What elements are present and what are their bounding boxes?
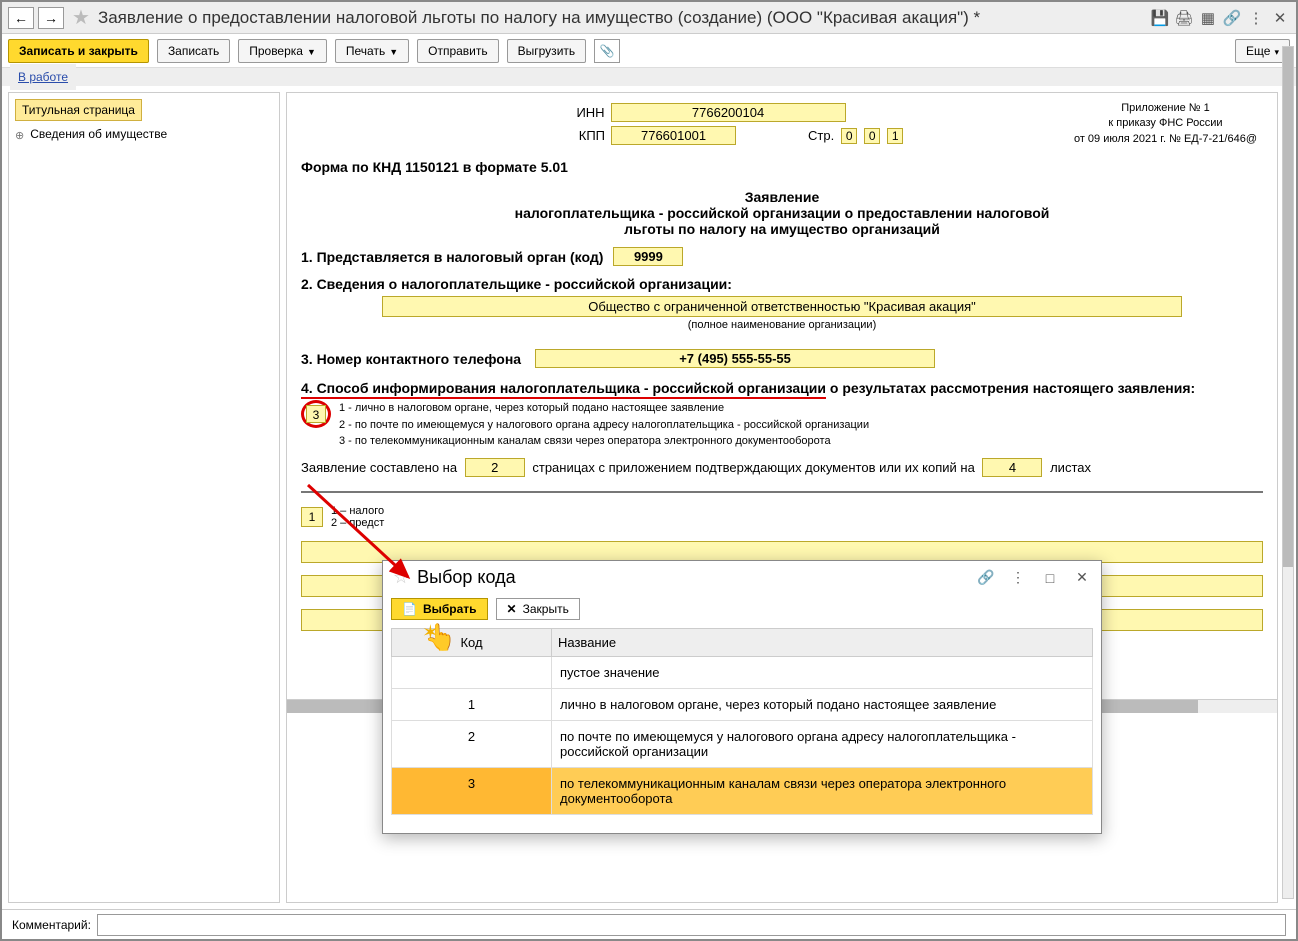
heading-3: льготы по налогу на имущество организаци… (301, 221, 1263, 237)
pages-row: Заявление составлено на 2 страницах с пр… (301, 458, 1263, 477)
select-button[interactable]: 📄 Выбрать (391, 598, 488, 620)
close-button[interactable]: ✕ Закрыть (496, 598, 580, 620)
section-1-label: 1. Представляется в налоговый орган (код… (301, 249, 603, 265)
page-label: Стр. (808, 128, 834, 143)
pages-count-field[interactable]: 2 (465, 458, 525, 477)
table-row-selected[interactable]: 3 по телекоммуникационным каналам связи … (392, 768, 1093, 815)
col-name[interactable]: Название (552, 629, 1093, 657)
sidebar-item-property[interactable]: ⊕ Сведения об имуществе (15, 127, 273, 142)
x-icon: ✕ (507, 602, 517, 616)
window-vscroll[interactable] (1282, 46, 1294, 899)
expand-icon[interactable]: ⊕ (15, 129, 24, 142)
sidebar-item-label: Сведения об имуществе (30, 127, 167, 141)
save-button[interactable]: Записать (157, 39, 230, 63)
titlebar: ← → ★ Заявление о предоставлении налогов… (2, 2, 1296, 34)
inform-method-field[interactable]: 3 (306, 405, 326, 423)
section-4-label: 4. Способ информирования налогоплательщи… (301, 380, 1263, 396)
page-digit-1: 0 (841, 128, 857, 144)
comment-label: Комментарий: (12, 918, 91, 932)
section-3-label: 3. Номер контактного телефона (301, 351, 521, 367)
signer-options: 1 – налого 2 – предст (331, 505, 384, 529)
sidebar-item-title-page[interactable]: Титульная страница (15, 99, 142, 121)
table-row[interactable]: 2 по почте по имеющемуся у налогового ор… (392, 721, 1093, 768)
page-digit-3: 1 (887, 128, 903, 144)
more-icon[interactable]: ⋮ (1246, 8, 1266, 28)
inform-method-options: 1 - лично в налоговом органе, через кото… (339, 400, 869, 450)
send-button[interactable]: Отправить (417, 39, 499, 63)
code-select-dialog: ☆ Выбор кода 🔗 ⋮ □ ✕ 📄 Выбрать ✕ Закрыть… (382, 560, 1102, 834)
app-window: ← → ★ Заявление о предоставлении налогов… (0, 0, 1298, 941)
heading-2: налогоплательщика - российской организац… (301, 205, 1263, 221)
window-title: Заявление о предоставлении налоговой льг… (98, 8, 1146, 28)
signer-type-field[interactable]: 1 (301, 507, 323, 527)
org-name-field[interactable]: Общество с ограниченной ответственностью… (382, 296, 1182, 317)
org-name-hint: (полное наименование организации) (301, 319, 1263, 331)
attachments-count-field[interactable]: 4 (982, 458, 1042, 477)
modal-more-icon[interactable]: ⋮ (1009, 569, 1027, 587)
comment-input[interactable] (97, 914, 1286, 936)
toolbar: Записать и закрыть Записать Проверка▼ Пе… (2, 34, 1296, 68)
modal-link-icon[interactable]: 🔗 (977, 569, 995, 587)
kpp-label: КПП (579, 128, 605, 143)
tax-authority-code[interactable]: 9999 (613, 247, 683, 266)
save-icon[interactable]: 💾 (1150, 8, 1170, 28)
status-bar: В работе (2, 68, 1296, 86)
page-digit-2: 0 (864, 128, 880, 144)
print-icon[interactable]: 🖨 (1174, 8, 1194, 28)
modal-close-icon[interactable]: ✕ (1073, 569, 1091, 587)
section-2-label: 2. Сведения о налогоплательщике - россий… (301, 276, 1263, 292)
knd-label: Форма по КНД 1150121 в формате 5.01 (301, 159, 1263, 175)
table-row[interactable]: пустое значение (392, 657, 1093, 689)
close-icon[interactable]: ✕ (1270, 8, 1290, 28)
kpp-field[interactable]: 776601001 (611, 126, 736, 145)
nav-forward-button[interactable]: → (38, 7, 64, 29)
check-button[interactable]: Проверка▼ (238, 39, 327, 63)
select-list-icon: 📄 (402, 602, 417, 616)
inn-field[interactable]: 7766200104 (611, 103, 846, 122)
comment-bar: Комментарий: (2, 909, 1296, 939)
report-icon[interactable]: ▦ (1198, 8, 1218, 28)
print-button[interactable]: Печать▼ (335, 39, 409, 63)
phone-field[interactable]: +7 (495) 555-55-55 (535, 349, 935, 368)
nav-back-button[interactable]: ← (8, 7, 34, 29)
modal-maximize-icon[interactable]: □ (1041, 569, 1059, 587)
inn-label: ИНН (576, 105, 604, 120)
heading-1: Заявление (301, 189, 1263, 205)
link-icon[interactable]: 🔗 (1222, 8, 1242, 28)
modal-title: Выбор кода (417, 567, 963, 588)
save-and-close-button[interactable]: Записать и закрыть (8, 39, 149, 63)
modal-star-icon[interactable]: ☆ (393, 567, 409, 588)
export-button[interactable]: Выгрузить (507, 39, 587, 63)
sidebar: Титульная страница ⊕ Сведения об имущест… (8, 92, 280, 903)
attach-icon[interactable]: 📎 (594, 39, 620, 63)
col-code[interactable]: Код (392, 629, 552, 657)
appendix-note: Приложение № 1 к приказу ФНС России от 0… (1074, 101, 1257, 147)
inform-method-highlight: 3 (301, 400, 331, 428)
favorite-star-icon[interactable]: ★ (72, 5, 90, 30)
table-row[interactable]: 1 лично в налоговом органе, через которы… (392, 689, 1093, 721)
code-table: Код Название пустое значение 1 лично в н… (391, 628, 1093, 815)
